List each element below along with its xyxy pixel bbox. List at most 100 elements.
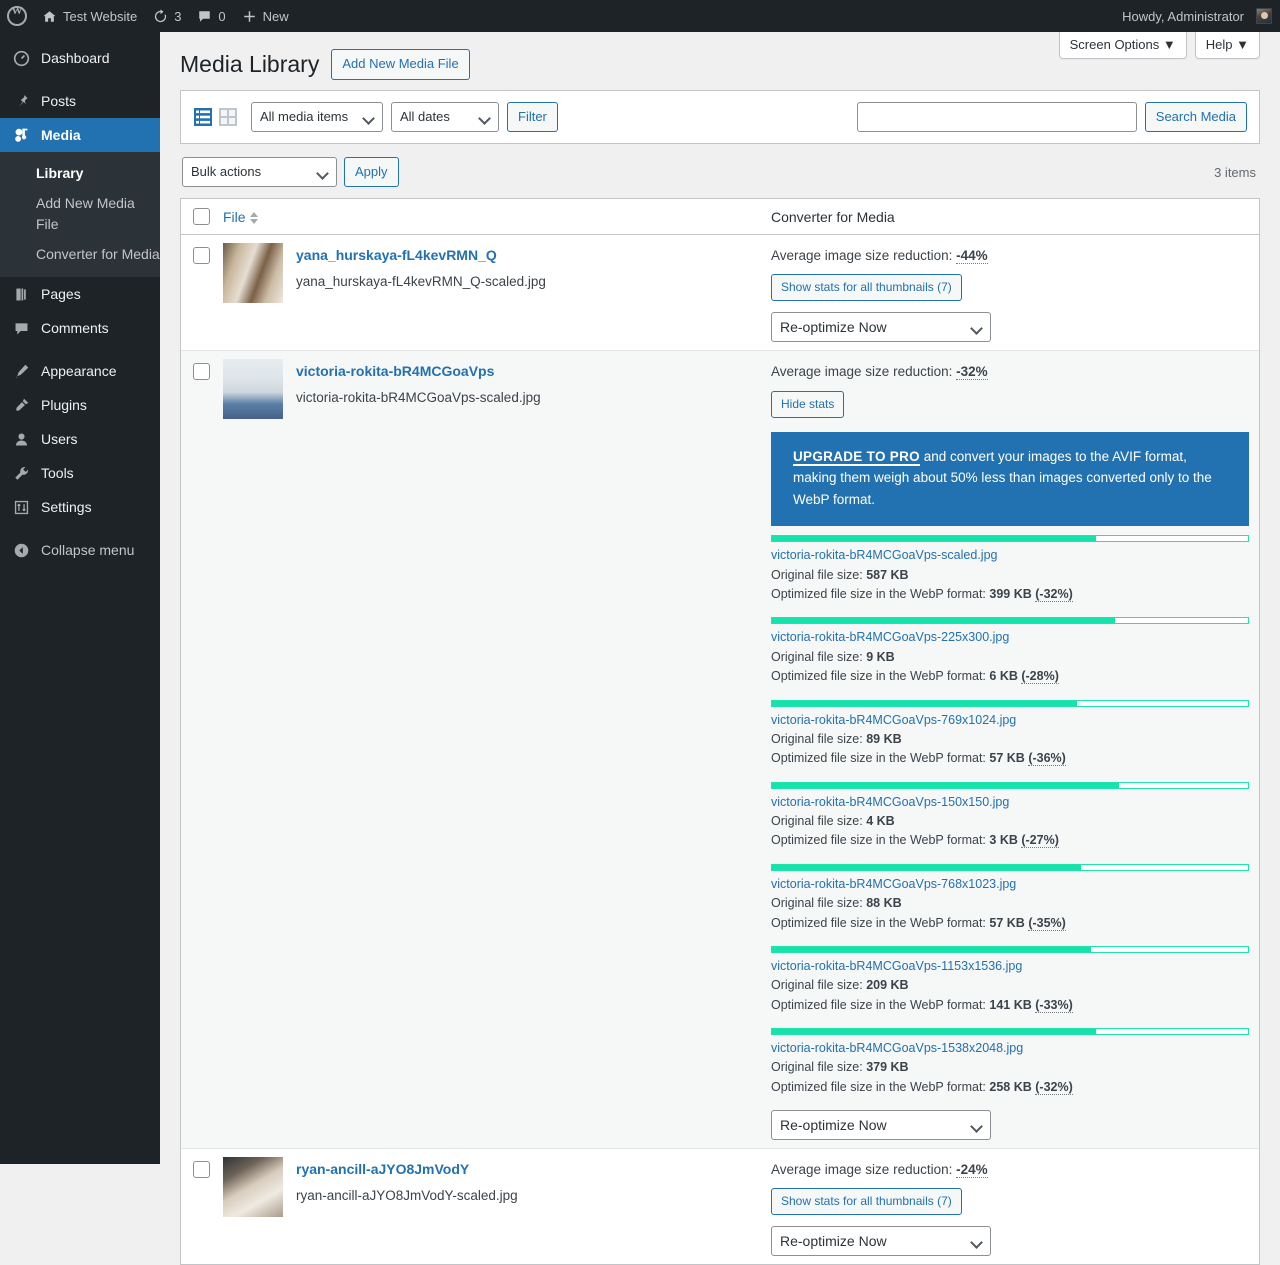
grid-view-icon[interactable] <box>218 107 238 127</box>
adminbar-new[interactable]: New <box>234 0 297 32</box>
reoptimize-select[interactable]: Re-optimize Now <box>771 312 991 343</box>
search-input[interactable] <box>856 102 1137 132</box>
show-stats-button[interactable]: Show stats for all thumbnails (7) <box>771 274 962 302</box>
items-count: 3 items <box>1214 164 1256 180</box>
media-thumbnail[interactable] <box>223 359 283 420</box>
adminbar-updates[interactable]: 3 <box>145 0 189 32</box>
table-row: ryan-ancill-aJYO8JmVodY ryan-ancill-aJYO… <box>181 1149 1259 1264</box>
thumbnail-stat-item: victoria-rokita-bR4MCGoaVps-scaled.jpg Or… <box>771 535 1249 604</box>
list-view-icon[interactable] <box>193 107 213 127</box>
media-thumbnail[interactable] <box>223 243 283 303</box>
media-filename: yana_hurskaya-fL4kevRMN_Q-scaled.jpg <box>296 274 546 289</box>
stat-percent: (-27%) <box>1021 833 1059 849</box>
hide-stats-button[interactable]: Hide stats <box>771 390 845 418</box>
chevron-down-icon: ▼ <box>1236 37 1249 52</box>
size-reduction-bar-fill <box>772 1029 1096 1035</box>
column-header-file-label: File <box>223 208 246 225</box>
thumbnail-stat-item: victoria-rokita-bR4MCGoaVps-1538x2048.jp… <box>771 1028 1249 1097</box>
stat-original-size: Original file size: 587 KB <box>771 567 909 582</box>
row-checkbox[interactable] <box>193 247 210 264</box>
size-reduction-bar <box>771 699 1249 707</box>
media-icon <box>11 125 31 145</box>
adminbar-site-name[interactable]: Test Website <box>34 0 145 32</box>
media-type-filter[interactable]: All media items <box>251 102 383 132</box>
stat-filename[interactable]: victoria-rokita-bR4MCGoaVps-1538x2048.jp… <box>771 1039 1249 1058</box>
adminbar-my-account[interactable]: Howdy, Administrator <box>1114 0 1280 32</box>
date-filter-value: All dates <box>400 109 450 124</box>
stat-filename[interactable]: victoria-rokita-bR4MCGoaVps-scaled.jpg <box>771 546 1249 565</box>
comments-count: 0 <box>218 8 226 24</box>
media-filename: ryan-ancill-aJYO8JmVodY-scaled.jpg <box>296 1188 518 1204</box>
sidebar-item-posts[interactable]: Posts <box>0 84 160 118</box>
media-title-link[interactable]: victoria-rokita-bR4MCGoaVps <box>296 361 541 382</box>
chevron-down-icon: ▼ <box>1162 37 1176 52</box>
sidebar-item-media[interactable]: Media <box>0 118 168 152</box>
search-media-button[interactable]: Search Media <box>1144 102 1247 132</box>
date-filter[interactable]: All dates <box>391 102 499 132</box>
stat-filename[interactable]: victoria-rokita-bR4MCGoaVps-768x1023.jpg <box>771 875 1249 894</box>
media-thumbnail[interactable] <box>223 1157 283 1218</box>
average-reduction-value: -32% <box>956 364 988 381</box>
stat-optimized-size: Optimized file size in the WebP format: … <box>771 751 1066 767</box>
stat-filename[interactable]: victoria-rokita-bR4MCGoaVps-225x300.jpg <box>771 628 1249 647</box>
media-cell: yana_hurskaya-fL4kevRMN_Q yana_hurskaya-… <box>223 243 751 303</box>
table-body: yana_hurskaya-fL4kevRMN_Q yana_hurskaya-… <box>181 235 1259 1264</box>
sidebar-item-plugins[interactable]: Plugins <box>0 388 160 422</box>
select-all-checkbox[interactable] <box>193 208 210 225</box>
stat-optimized-size: Optimized file size in the WebP format: … <box>771 833 1059 849</box>
sidebar-item-tools[interactable]: Tools <box>0 456 160 490</box>
sidebar-item-users[interactable]: Users <box>0 422 160 456</box>
help-tab[interactable]: Help ▼ <box>1194 32 1260 59</box>
sidebar-item-label: Tools <box>41 465 74 482</box>
stat-percent: (-36%) <box>1028 751 1066 767</box>
sidebar-item-appearance[interactable]: Appearance <box>0 354 160 388</box>
reoptimize-select[interactable]: Re-optimize Now <box>771 1226 991 1257</box>
sidebar-item-converter-for-media[interactable]: Converter for Media <box>0 239 160 269</box>
media-cell: victoria-rokita-bR4MCGoaVps victoria-rok… <box>223 359 751 420</box>
adminbar-comments[interactable]: 0 <box>189 0 233 32</box>
row-checkbox[interactable] <box>193 363 210 381</box>
filter-button[interactable]: Filter <box>507 102 558 132</box>
stat-filename[interactable]: victoria-rokita-bR4MCGoaVps-769x1024.jpg <box>771 711 1249 730</box>
collapse-menu-button[interactable]: Collapse menu <box>0 533 160 567</box>
sidebar-item-settings[interactable]: Settings <box>0 490 160 524</box>
column-header-file[interactable]: File <box>213 199 761 235</box>
apply-button[interactable]: Apply <box>344 157 399 187</box>
sidebar-item-label: Comments <box>41 320 109 337</box>
reoptimize-select[interactable]: Re-optimize Now <box>771 1110 991 1141</box>
sidebar-item-comments[interactable]: Comments <box>0 311 160 345</box>
paintbrush-icon <box>11 361 31 381</box>
sidebar-item-pages[interactable]: Pages <box>0 277 160 311</box>
sidebar-gap-3 <box>0 524 160 533</box>
stat-original-size: Original file size: 379 KB <box>771 1060 909 1075</box>
row-converter-cell: Average image size reduction: -24% Show … <box>761 1149 1259 1264</box>
add-new-media-file-button[interactable]: Add New Media File <box>331 49 470 80</box>
table-row: victoria-rokita-bR4MCGoaVps victoria-rok… <box>181 351 1259 1150</box>
adminbar-wp-logo[interactable] <box>0 0 34 32</box>
stat-original-size: Original file size: 4 KB <box>771 814 895 829</box>
reoptimize-value: Re-optimize Now <box>780 1233 887 1250</box>
average-reduction-label: Average image size reduction: <box>771 364 953 380</box>
media-list-table: File Converter for Media yana_hurskaya-f… <box>180 198 1260 1265</box>
stat-percent: (-32%) <box>1035 587 1073 603</box>
new-label: New <box>262 8 289 24</box>
row-file-cell: victoria-rokita-bR4MCGoaVps victoria-rok… <box>213 351 761 1150</box>
size-reduction-bar <box>771 617 1249 625</box>
bulk-actions-select[interactable]: Bulk actions <box>182 157 337 187</box>
reoptimize-wrap: Re-optimize Now <box>771 312 1249 343</box>
sidebar-item-dashboard[interactable]: Dashboard <box>0 41 160 75</box>
wrench-icon <box>11 463 31 483</box>
collapse-menu-label: Collapse menu <box>41 542 135 559</box>
upgrade-to-pro-link[interactable]: UPGRADE TO PRO <box>793 448 920 466</box>
site-name-label: Test Website <box>63 8 138 24</box>
media-title-link[interactable]: ryan-ancill-aJYO8JmVodY <box>296 1159 518 1180</box>
stat-filename[interactable]: victoria-rokita-bR4MCGoaVps-150x150.jpg <box>771 793 1249 812</box>
comment-bubble-icon <box>11 318 31 338</box>
sidebar-item-add-new-media-file[interactable]: Add New Media File <box>0 188 160 239</box>
screen-options-tab[interactable]: Screen Options ▼ <box>1058 32 1187 59</box>
stat-filename[interactable]: victoria-rokita-bR4MCGoaVps-1153x1536.jp… <box>771 957 1249 976</box>
sidebar-submenu-media: Library Add New Media File Converter for… <box>0 152 160 278</box>
media-title-link[interactable]: yana_hurskaya-fL4kevRMN_Q <box>296 245 546 266</box>
show-stats-button[interactable]: Show stats for all thumbnails (7) <box>771 1188 962 1216</box>
sidebar-item-library[interactable]: Library <box>0 158 160 188</box>
